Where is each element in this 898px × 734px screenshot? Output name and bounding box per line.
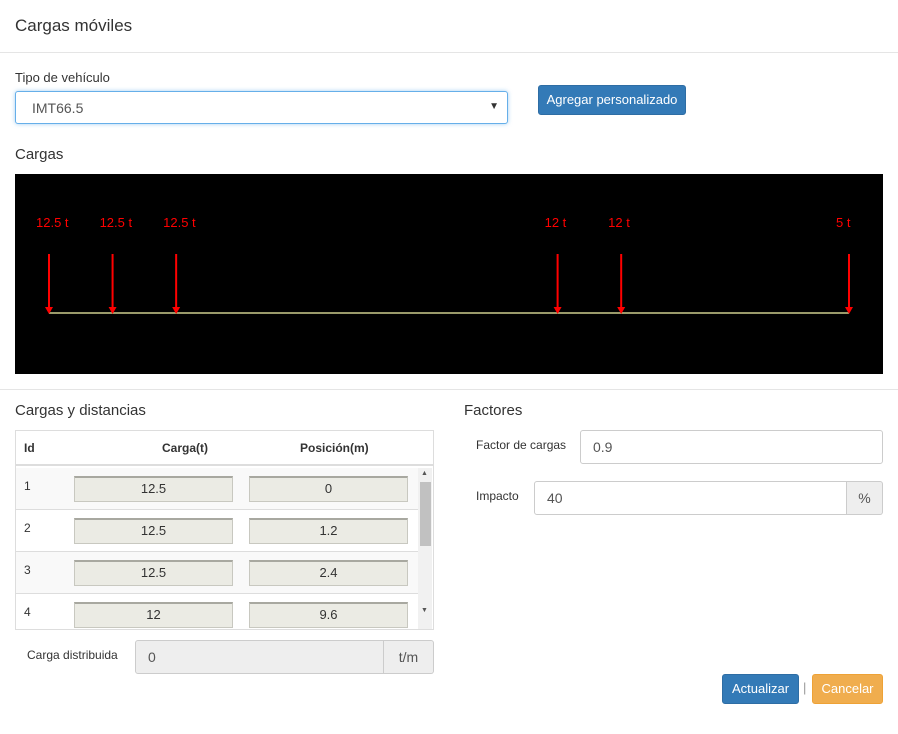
load-factor-label: Factor de cargas (476, 438, 567, 452)
impact-label: Impacto (476, 489, 519, 503)
update-button[interactable]: Actualizar (722, 674, 799, 704)
scroll-down-icon[interactable]: ▼ (421, 607, 428, 614)
impact-input[interactable]: 40 (534, 481, 847, 515)
column-load: Carga(t) (162, 441, 209, 455)
table-row: 2 12.5 1.2 (16, 510, 418, 552)
load-input[interactable]: 12.5 (74, 476, 233, 502)
position-input[interactable]: 0 (249, 476, 408, 502)
loads-distances-title: Cargas y distancias (15, 402, 146, 419)
position-input[interactable]: 9.6 (249, 602, 408, 628)
add-custom-button[interactable]: Agregar personalizado (538, 85, 686, 115)
vehicle-type-value: IMT66.5 (32, 100, 84, 116)
load-label: 12 t (608, 215, 630, 230)
column-position: Posición(m) (300, 441, 369, 455)
load-factor-input[interactable]: 0.9 (580, 430, 883, 464)
impact-value: 40 (547, 490, 563, 506)
table-row: 4 12 9.6 (16, 594, 418, 629)
section-divider (0, 389, 898, 390)
load-label: 12.5 t (163, 215, 196, 230)
loads-title: Cargas (15, 146, 64, 163)
scroll-up-icon[interactable]: ▲ (421, 470, 428, 477)
load-label: 12 t (545, 215, 567, 230)
table-header: Id Carga(t) Posición(m) (16, 431, 433, 466)
distributed-load-label: Carga distribuida (27, 648, 118, 662)
load-factor-value: 0.9 (593, 439, 613, 455)
load-input[interactable]: 12.5 (74, 560, 233, 586)
loads-table: Id Carga(t) Posición(m) 1 12.5 0 2 12.5 … (15, 430, 434, 630)
load-input[interactable]: 12.5 (74, 518, 233, 544)
loads-diagram: 12.5 t 12.5 t 12.5 t 12 t 12 t 5 t (15, 174, 883, 374)
distributed-load-value: 0 (148, 649, 156, 665)
impact-unit: % (847, 481, 883, 515)
table-scrollbar[interactable]: ▲ ▼ (418, 468, 432, 629)
table-row: 1 12.5 0 (16, 468, 418, 510)
load-label: 12.5 t (36, 215, 69, 230)
row-id: 4 (24, 605, 31, 619)
row-id: 3 (24, 563, 31, 577)
position-input[interactable]: 2.4 (249, 560, 408, 586)
row-id: 1 (24, 479, 31, 493)
distributed-unit: t/m (384, 640, 434, 674)
column-id: Id (24, 441, 35, 455)
load-label: 12.5 t (100, 215, 133, 230)
loads-diagram-svg: 12.5 t 12.5 t 12.5 t 12 t 12 t 5 t (15, 174, 883, 374)
load-label: 5 t (836, 215, 851, 230)
position-input[interactable]: 1.2 (249, 518, 408, 544)
cancel-button[interactable]: Cancelar (812, 674, 883, 704)
load-input[interactable]: 12 (74, 602, 233, 628)
table-row: 3 12.5 2.4 (16, 552, 418, 594)
vehicle-type-label: Tipo de vehículo (15, 70, 110, 85)
vehicle-type-select[interactable]: IMT66.5 ▼ (15, 91, 508, 124)
modal-header: Cargas móviles (0, 0, 898, 53)
distributed-load-input[interactable]: 0 (135, 640, 384, 674)
chevron-down-icon: ▼ (489, 101, 499, 112)
modal-title: Cargas móviles (15, 16, 133, 35)
factors-title: Factores (464, 402, 523, 419)
actions-separator: | (803, 680, 807, 695)
row-id: 2 (24, 521, 31, 535)
scrollbar-thumb[interactable] (420, 482, 431, 546)
